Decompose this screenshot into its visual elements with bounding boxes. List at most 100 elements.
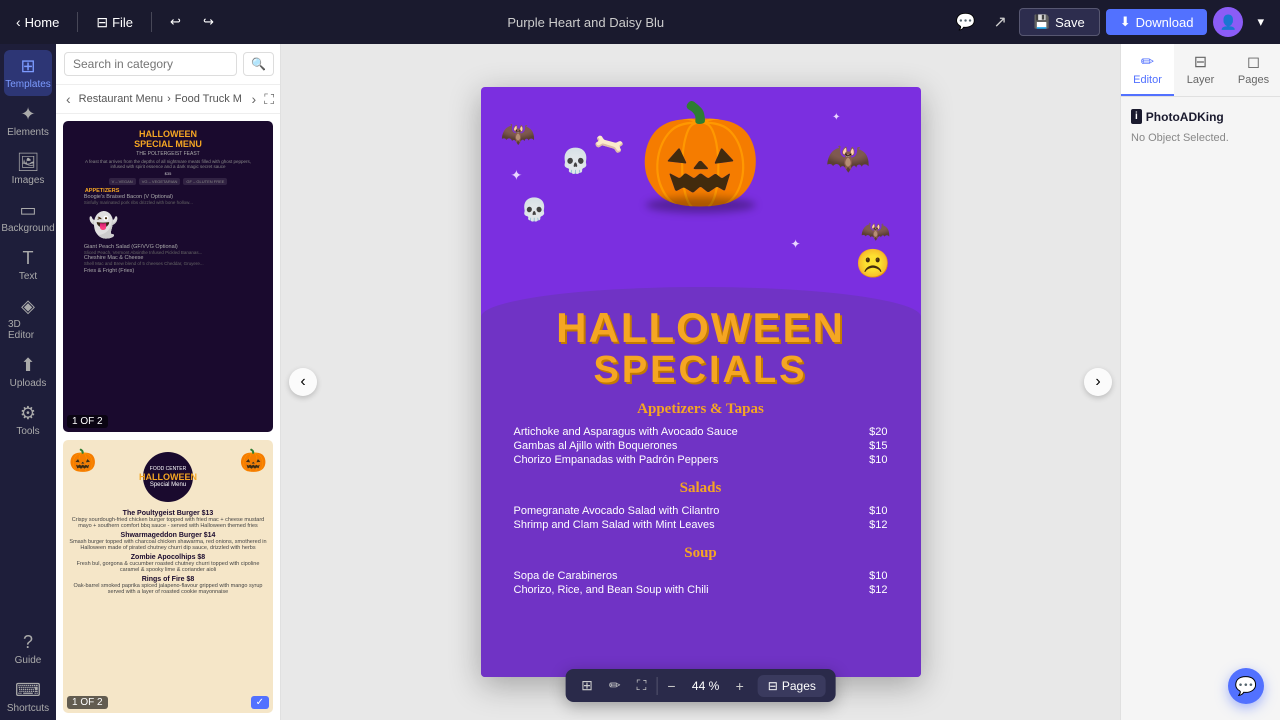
sidebar-item-text[interactable]: T Text (4, 242, 52, 288)
sidebar-item-shortcuts[interactable]: ⌨ Shortcuts (4, 674, 52, 720)
canvas-document[interactable]: 🦇 🦴 💀 ✦ ✦ ✦ ✦ ✦ 🎃 🦇 🦇 💀 ☹️ HALLOWEE (481, 87, 921, 677)
item-name: Pomegranate Avocado Salad with Cilantro (514, 505, 862, 517)
brand-logo-icon: i (1131, 109, 1142, 124)
ghost-skull-icon: 💀 (521, 197, 548, 223)
item-price: $20 (869, 426, 887, 438)
filename-area: Purple Heart and Daisy Blu (228, 15, 944, 30)
templates-icon: ⊞ (20, 56, 35, 77)
user-avatar[interactable]: 👤 (1213, 7, 1243, 37)
home-button[interactable]: ‹ Home (8, 10, 67, 34)
top-bar-left: ‹ Home ⊟ File ↩ ↪ (8, 10, 222, 35)
shortcuts-icon: ⌨ (15, 680, 41, 701)
brand-logo: i PhotoADKing (1131, 109, 1270, 124)
home-label: Home (25, 15, 60, 30)
sidebar-item-elements[interactable]: ✦ Elements (4, 98, 52, 144)
file-button[interactable]: ⊟ File (88, 10, 141, 35)
pages-tab-icon: ◻ (1231, 52, 1276, 72)
save-icon: 💾 (1034, 14, 1050, 30)
pages-label: Pages (782, 679, 816, 693)
item-name: Artichoke and Asparagus with Avocado Sau… (514, 426, 862, 438)
comment-button[interactable]: 💬 (950, 8, 982, 36)
share-button[interactable]: ↗ (988, 8, 1013, 36)
canvas-area: ‹ › 🦇 🦴 💀 ✦ ✦ ✦ ✦ ✦ 🎃 🦇 🦇 💀 (281, 44, 1120, 720)
sidebar-label-images: Images (12, 175, 45, 186)
decoration-area: 🦇 🦴 💀 ✦ ✦ ✦ ✦ ✦ 🎃 🦇 🦇 💀 ☹️ (481, 87, 921, 317)
sidebar-label-text: Text (19, 271, 37, 282)
zoom-out-button[interactable]: − (661, 675, 681, 697)
bat-right2-icon: 🦇 (861, 217, 891, 246)
halloween-subtitle: SPECIALS (593, 351, 807, 389)
sidebar-item-tools[interactable]: ⚙ Tools (4, 397, 52, 443)
template-card-1[interactable]: HALLOWEEN SPECIAL MENU THE POLTERGEIST F… (62, 120, 274, 433)
sparkle-3: ✦ (790, 237, 800, 251)
item-name: Sopa de Carabineros (514, 570, 862, 582)
filename-text: Purple Heart and Daisy Blu (507, 15, 664, 30)
canvas-prev-button[interactable]: ‹ (289, 368, 317, 396)
sidebar-item-templates[interactable]: ⊞ Templates (4, 50, 52, 96)
undo-icon: ↩ (170, 14, 181, 30)
more-options-button[interactable]: ▾ (1249, 10, 1272, 34)
canvas-next-button[interactable]: › (1084, 368, 1112, 396)
template-card-2[interactable]: 🎃 FOOD CENTER HALLOWEEN Special Menu 🎃 T… (62, 439, 274, 714)
grid-view-button[interactable]: ⊞ (575, 674, 599, 697)
tab-editor[interactable]: ✏ Editor (1121, 44, 1174, 96)
background-icon: ▭ (19, 200, 36, 221)
bat-left-icon: 🦇 (501, 117, 536, 150)
tab-pages[interactable]: ◻ Pages (1227, 44, 1280, 96)
bone-icon: 🦴 (591, 127, 628, 163)
tab-layer[interactable]: ⊟ Layer (1174, 44, 1227, 96)
undo-button[interactable]: ↩ (162, 10, 189, 34)
template-selected-badge: ✓ (251, 696, 269, 709)
top-bar: ‹ Home ⊟ File ↩ ↪ Purple Heart and Daisy… (0, 0, 1280, 44)
sidebar-item-guide[interactable]: ? Guide (4, 626, 52, 672)
3d-editor-icon: ◈ (21, 296, 35, 317)
file-icon: ⊟ (96, 14, 108, 31)
item-price: $15 (869, 440, 887, 452)
redo-button[interactable]: ↪ (195, 10, 222, 34)
sidebar-item-3d-editor[interactable]: ◈ 3D Editor (4, 290, 52, 347)
search-button[interactable]: 🔍 (243, 52, 274, 76)
toolbar-divider (656, 677, 657, 695)
uploads-icon: ⬆ (20, 355, 35, 376)
editor-tab-icon: ✏ (1125, 52, 1170, 72)
sidebar-label-uploads: Uploads (10, 378, 47, 389)
pages-button[interactable]: ⊟ Pages (758, 675, 826, 697)
sidebar-label-templates: Templates (5, 79, 51, 90)
download-button[interactable]: ⬇ Download (1106, 9, 1208, 35)
templates-panel: 🔍 ☰ ‹ Restaurant Menu › Food Truck M › ⛶… (56, 44, 281, 720)
layer-tab-label: Layer (1187, 74, 1215, 86)
halloween-title: HALLOWEEN (556, 307, 845, 349)
breadcrumb-item-2[interactable]: Food Truck M (175, 93, 242, 105)
elements-icon: ✦ (20, 104, 35, 125)
zoom-in-button[interactable]: + (730, 675, 750, 697)
template-page-label-1: 1 OF 2 (67, 415, 108, 428)
bat-right-icon: 🦇 (826, 137, 871, 179)
soup-items: Sopa de Carabineros $10 Chorizo, Rice, a… (514, 568, 888, 598)
left-sidebar: ⊞ Templates ✦ Elements 🖼 Images ▭ Backgr… (0, 44, 56, 720)
nav-forward-button[interactable]: › (248, 89, 261, 109)
main-layout: ⊞ Templates ✦ Elements 🖼 Images ▭ Backgr… (0, 44, 1280, 720)
sidebar-item-uploads[interactable]: ⬆ Uploads (4, 349, 52, 395)
right-panel-tabs: ✏ Editor ⊟ Layer ◻ Pages (1121, 44, 1280, 97)
item-name: Chorizo Empanadas with Padrón Peppers (514, 454, 862, 466)
template-page-label-2: 1 OF 2 (67, 696, 108, 709)
section-title-appetizers: Appetizers & Tapas (637, 401, 764, 418)
breadcrumb-item-1[interactable]: Restaurant Menu (79, 93, 163, 105)
item-price: $10 (869, 505, 887, 517)
edit-tool-button[interactable]: ✏ (603, 674, 627, 697)
save-button[interactable]: 💾 Save (1019, 8, 1100, 36)
pages-tab-label: Pages (1238, 74, 1269, 86)
sidebar-item-background[interactable]: ▭ Background (4, 194, 52, 240)
sidebar-item-images[interactable]: 🖼 Images (4, 146, 52, 192)
expand-panel-button[interactable]: ⛶ (264, 91, 274, 108)
chat-fab-button[interactable]: 💬 (1228, 668, 1264, 704)
zoom-value: 44 % (686, 677, 726, 695)
sparkle-1: ✦ (511, 167, 523, 184)
search-input[interactable] (64, 52, 237, 76)
screen-button[interactable]: ⛶ (631, 674, 653, 697)
nav-back-button[interactable]: ‹ (62, 89, 75, 109)
sidebar-label-shortcuts: Shortcuts (7, 703, 49, 714)
item-name: Chorizo, Rice, and Bean Soup with Chili (514, 584, 862, 596)
brand-name: PhotoADKing (1146, 110, 1224, 124)
pages-icon: ⊟ (768, 679, 778, 693)
